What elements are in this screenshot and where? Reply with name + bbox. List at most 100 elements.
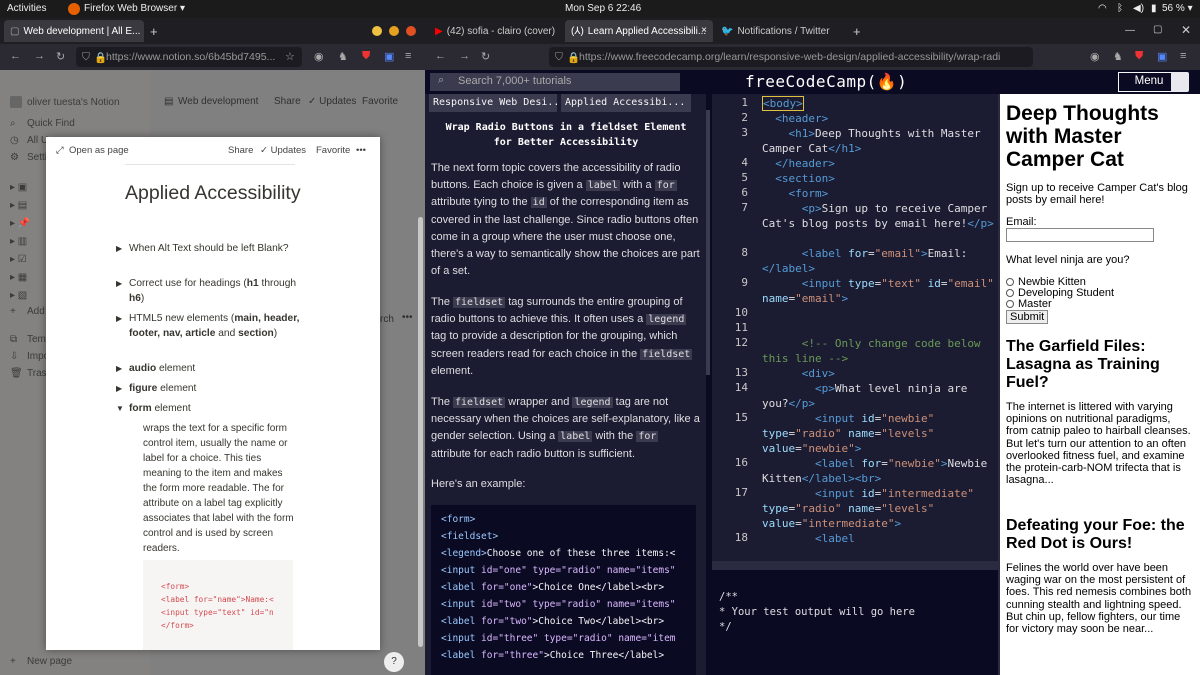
translate-icon[interactable]: ▣ bbox=[1157, 50, 1167, 63]
minimize-icon[interactable] bbox=[372, 26, 382, 36]
toggle-right-icon[interactable]: ▶ bbox=[116, 361, 122, 376]
modal-more-icon[interactable]: ••• bbox=[356, 145, 366, 156]
volume-icon[interactable]: ◀) bbox=[1133, 3, 1144, 14]
new-tab-icon[interactable]: + bbox=[853, 24, 861, 39]
wifi-icon[interactable]: ◠ bbox=[1098, 3, 1107, 14]
modal-share-button[interactable]: Share bbox=[228, 145, 253, 156]
app-menu[interactable]: Firefox Web Browser ▾ bbox=[84, 3, 185, 14]
code-line[interactable]: <body> bbox=[762, 96, 994, 111]
toggle-right-icon[interactable]: ▶ bbox=[116, 276, 122, 291]
code-line[interactable]: <!-- Only change code below this line --… bbox=[762, 336, 994, 366]
hamburger-menu-icon[interactable]: ≡ bbox=[405, 50, 411, 62]
open-as-page-button[interactable]: Open as page bbox=[69, 145, 129, 156]
close-tab-icon[interactable]: × bbox=[701, 25, 707, 36]
extension-icon[interactable]: ♞ bbox=[338, 50, 348, 63]
workspace-name[interactable]: oliver tuesta's Notion bbox=[27, 97, 120, 108]
code-line[interactable]: <p>Sign up to receive Camper Cat's blog … bbox=[762, 201, 994, 231]
close-window-icon[interactable]: ✕ bbox=[1181, 23, 1191, 37]
toggle-down-icon[interactable]: ▼ bbox=[116, 401, 124, 416]
check-icon[interactable]: ▸ ☑ bbox=[10, 254, 27, 265]
code-line[interactable]: <input id="newbie" type="radio" name="le… bbox=[762, 411, 994, 456]
toggle-right-icon[interactable]: ▶ bbox=[116, 241, 122, 256]
forward-icon[interactable]: → bbox=[459, 50, 470, 62]
editor-console-divider[interactable] bbox=[712, 561, 998, 570]
code-line[interactable]: </header> bbox=[762, 156, 994, 171]
code-line[interactable]: <input type="text" id="email" name="emai… bbox=[762, 276, 994, 306]
search-input[interactable]: ⌕ Search 7,000+ tutorials bbox=[430, 73, 680, 91]
code-line[interactable]: <form> bbox=[762, 186, 994, 201]
favorite-button[interactable]: Favorite bbox=[362, 96, 398, 107]
code-line[interactable]: <section> bbox=[762, 171, 994, 186]
modal-favorite-button[interactable]: Favorite bbox=[316, 145, 350, 156]
code-line[interactable]: <label for="newbie">Newbie Kitten</label… bbox=[762, 456, 994, 486]
preview-email-input[interactable] bbox=[1006, 228, 1154, 242]
reload-icon[interactable]: ↻ bbox=[481, 50, 490, 63]
code-block[interactable]: <form> <label for="name">Name:< <input t… bbox=[143, 560, 293, 650]
book-icon[interactable]: ▸ ▦ bbox=[10, 272, 27, 283]
code-line[interactable]: <header> bbox=[762, 111, 994, 126]
open-as-page-icon[interactable]: ⤢ bbox=[56, 145, 64, 156]
code-line[interactable]: <h1>Deep Thoughts with Master Camper Cat… bbox=[762, 126, 994, 156]
bookmark-star-icon[interactable]: ☆ bbox=[285, 50, 295, 63]
templates-item[interactable]: Tem bbox=[27, 334, 46, 345]
extension-icon[interactable]: ◉ bbox=[314, 50, 324, 63]
toggle-item[interactable]: ▶ HTML5 new elements (main, header, foote… bbox=[116, 311, 304, 341]
forward-icon[interactable]: → bbox=[34, 50, 45, 62]
toggle-item[interactable]: ▶ When Alt Text should be left Blank? bbox=[116, 241, 304, 256]
reload-icon[interactable]: ↻ bbox=[56, 50, 65, 63]
url-bar[interactable]: ⛉ 🔒 https://www.notion.so/6b45bd7495... bbox=[76, 47, 302, 67]
updates-button[interactable]: ✓ Updates bbox=[308, 96, 356, 107]
all-updates[interactable]: All U bbox=[27, 135, 48, 146]
breadcrumb-block[interactable]: Applied Accessibi... bbox=[561, 94, 691, 112]
ublock-icon[interactable]: ⛊ bbox=[362, 50, 370, 63]
example-code-block[interactable]: <form> <fieldset> <legend>Choose one of … bbox=[431, 505, 696, 675]
tab-notion[interactable]: ▢ Web development | All E... bbox=[4, 20, 144, 42]
new-page-button[interactable]: New page bbox=[27, 656, 72, 667]
toggle-right-icon[interactable]: ▶ bbox=[116, 311, 122, 326]
back-icon[interactable]: ← bbox=[10, 50, 21, 62]
share-button[interactable]: Share bbox=[274, 96, 301, 107]
translate-icon[interactable]: ▣ bbox=[384, 50, 394, 63]
new-tab-icon[interactable]: + bbox=[150, 24, 158, 39]
more-icon[interactable]: ••• bbox=[402, 312, 413, 323]
preview-radio-master[interactable]: Master bbox=[1006, 298, 1192, 310]
page-icon[interactable]: ▸ ▥ bbox=[10, 236, 27, 247]
minimize-icon[interactable]: — bbox=[1125, 25, 1135, 36]
fcc-logo[interactable]: freeCodeCamp(🔥) bbox=[745, 72, 907, 91]
tab-twitter[interactable]: 🐦 Notifications / Twitter bbox=[715, 20, 850, 42]
settings-item[interactable]: Setti bbox=[27, 152, 47, 163]
page-icon[interactable]: ▸ ▤ bbox=[10, 200, 27, 211]
code-line[interactable]: <div> bbox=[762, 366, 994, 381]
battery-icon[interactable]: ▮ bbox=[1151, 3, 1157, 14]
code-line[interactable]: <p>What level ninja are you?</p> bbox=[762, 381, 994, 411]
toggle-item[interactable]: ▶ audio element bbox=[116, 361, 304, 376]
extension-icon[interactable]: ♞ bbox=[1113, 50, 1123, 63]
code-line[interactable]: <label bbox=[762, 531, 994, 546]
radio-button[interactable] bbox=[1006, 289, 1014, 298]
toggle-item[interactable]: ▼ form element bbox=[116, 401, 304, 416]
page-title[interactable]: Web development bbox=[178, 96, 258, 107]
tab-freecodecamp[interactable]: (⅄) Learn Applied Accessibili... × bbox=[565, 20, 713, 42]
code-line[interactable]: <label for="email">Email:</label> bbox=[762, 246, 994, 276]
page-icon[interactable]: ▸ ▣ bbox=[10, 182, 27, 193]
bluetooth-icon[interactable]: ᛒ bbox=[1117, 3, 1123, 14]
radio-button[interactable] bbox=[1006, 300, 1014, 309]
modal-title[interactable]: Applied Accessibility bbox=[125, 181, 325, 206]
battery-level[interactable]: 56 % ▾ bbox=[1162, 3, 1193, 14]
toggle-right-icon[interactable]: ▶ bbox=[116, 381, 122, 396]
toggle-item[interactable]: ▶ Correct use for headings (h1 through h6… bbox=[116, 276, 304, 306]
preview-submit-button[interactable]: Submit bbox=[1006, 310, 1049, 324]
clock[interactable]: Mon Sep 6 22:46 bbox=[565, 3, 641, 14]
quick-find[interactable]: Quick Find bbox=[27, 118, 75, 129]
page-icon[interactable]: ▸ ▧ bbox=[10, 290, 27, 301]
code-editor[interactable]: 1 <body> 2 <header> 3 <h1>Deep Thoughts wit… bbox=[712, 94, 998, 561]
activities-button[interactable]: Activities bbox=[7, 3, 46, 14]
extension-icon[interactable]: ◉ bbox=[1090, 50, 1100, 63]
ublock-icon[interactable]: ⛊ bbox=[1135, 50, 1143, 63]
trash-item[interactable]: Tras bbox=[27, 368, 47, 379]
add-page[interactable]: Add bbox=[27, 306, 45, 317]
avatar[interactable] bbox=[1171, 72, 1189, 92]
instructions-scrollbar[interactable] bbox=[706, 110, 710, 375]
pin-icon[interactable]: ▸ 📌 bbox=[10, 218, 30, 229]
maximize-icon[interactable] bbox=[389, 26, 399, 36]
